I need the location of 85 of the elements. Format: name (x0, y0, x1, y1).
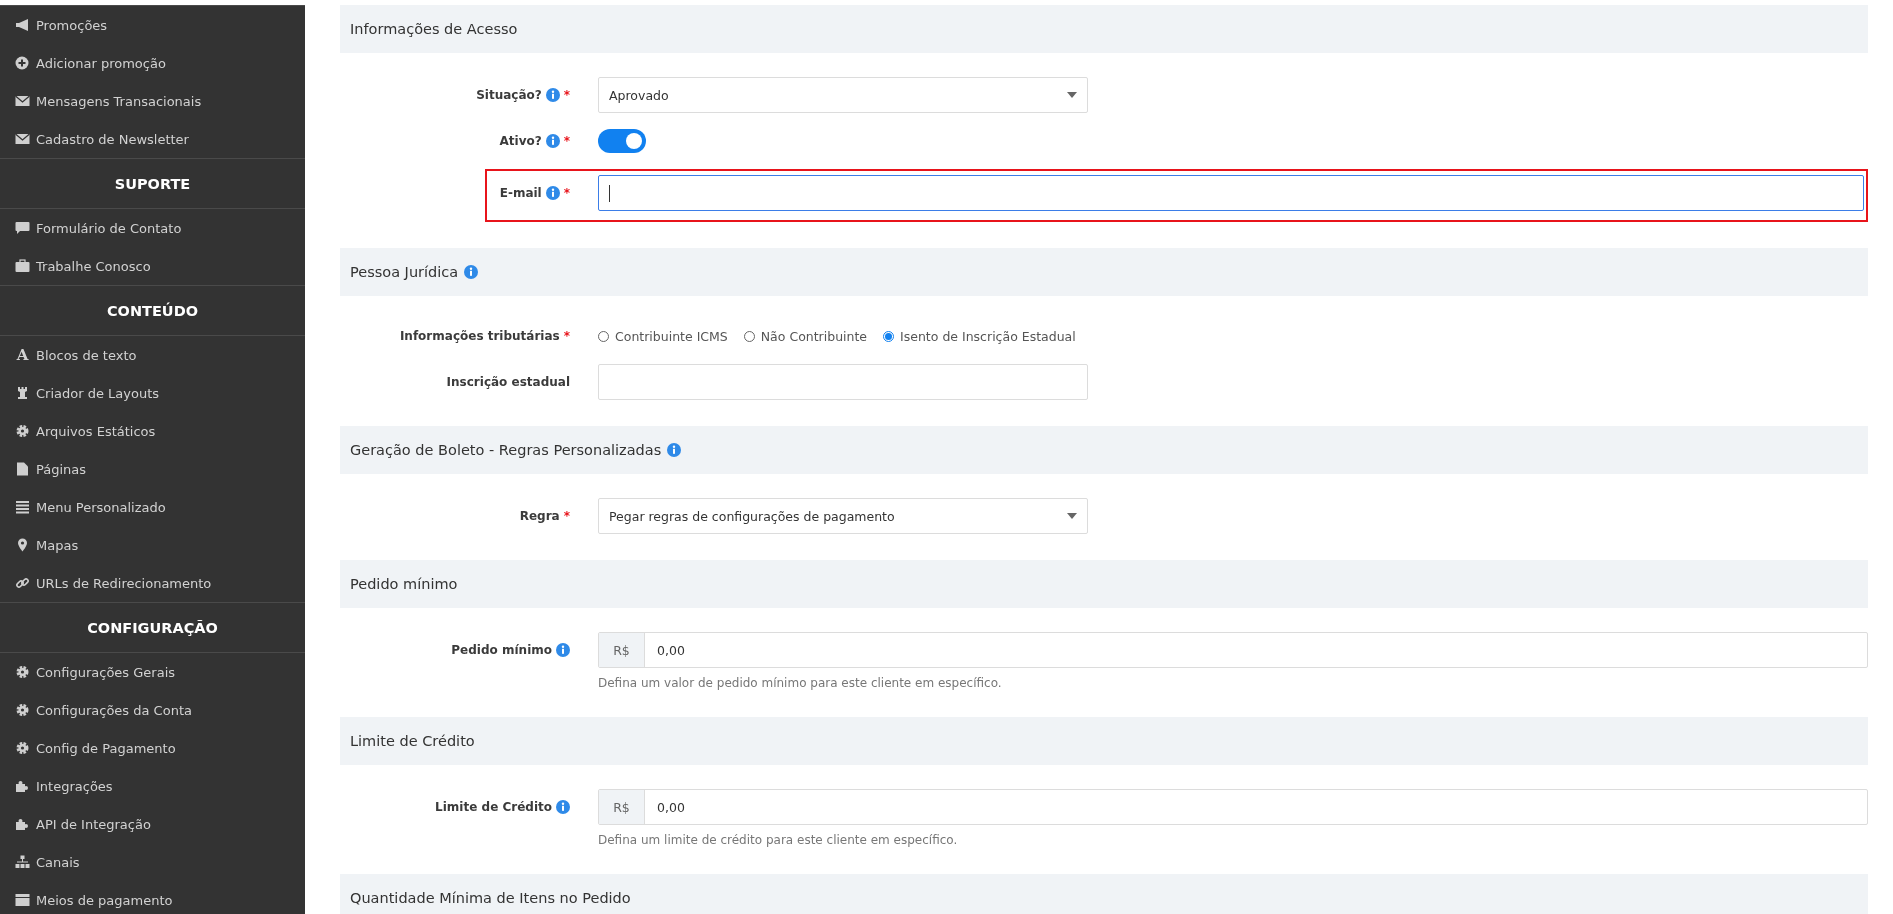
field-label: Ativo? (499, 134, 542, 148)
input-field[interactable] (598, 175, 1864, 211)
megaphone-icon (15, 18, 30, 32)
radio-option[interactable]: Não Contribuinte (743, 328, 868, 344)
caret-icon (1067, 513, 1077, 519)
required-mark: * (563, 186, 570, 200)
sidebar-item[interactable]: Promoções (0, 6, 305, 44)
toggle-switch[interactable] (598, 129, 646, 153)
plus-circle-icon (15, 56, 30, 70)
sidebar-item[interactable]: Adicionar promoção (0, 44, 305, 82)
info-icon[interactable] (667, 443, 682, 457)
envelope-icon (15, 94, 30, 108)
settings-icon (15, 665, 30, 679)
sidebar-item[interactable]: Cadastro de Newsletter (0, 120, 305, 158)
sidebar-item[interactable]: Canais (0, 843, 305, 881)
sidebar-item[interactable]: Config de Pagamento (0, 729, 305, 767)
help-text: Defina um limite de crédito para este cliente em específico. (598, 833, 958, 847)
sidebar-item[interactable]: Integrações (0, 767, 305, 805)
sitemap-icon (15, 855, 30, 869)
sidebar-item[interactable]: Mapas (0, 526, 305, 564)
info-icon[interactable] (464, 265, 479, 279)
field-label: Situação? (476, 88, 542, 102)
sidebar-item[interactable]: Páginas (0, 450, 305, 488)
settings-icon (15, 703, 30, 717)
sidebar-item[interactable]: Configurações da Conta (0, 691, 305, 729)
radio-option[interactable]: Contribuinte ICMS (598, 328, 728, 344)
info-icon[interactable] (556, 643, 570, 657)
briefcase-icon (15, 259, 30, 273)
sidebar-item[interactable]: Criador de Layouts (0, 374, 305, 412)
sidebar-heading: SUPORTE (114, 175, 191, 192)
required-mark: * (563, 329, 570, 343)
settings-icon (15, 741, 30, 755)
currency-prefix: R$ (599, 790, 645, 824)
info-icon[interactable] (545, 134, 560, 148)
document-icon (15, 462, 30, 476)
sidebar-item[interactable]: API de Integração (0, 805, 305, 843)
help-text: Defina um valor de pedido mínimo para este cliente em específico. (598, 676, 1002, 690)
speech-bubble-icon (15, 221, 30, 235)
field-label: Limite de Crédito (435, 800, 552, 814)
field-label: E-mail (499, 186, 542, 200)
info-icon[interactable] (545, 186, 560, 200)
sidebar-item[interactable]: Mensagens Transacionais (0, 82, 305, 120)
section-title: Quantidade Mínima de Itens no Pedido (350, 890, 631, 906)
sidebar-heading: CONTEÚDO (106, 302, 198, 319)
currency-prefix: R$ (599, 633, 645, 667)
section-title: Pedido mínimo (350, 576, 458, 592)
caret-icon (1067, 92, 1077, 98)
required-mark: * (563, 88, 570, 102)
sidebar-item[interactable]: Arquivos Estáticos (0, 412, 305, 450)
field-label: Pedido mínimo (451, 643, 552, 657)
sidebar-item[interactable]: Configurações Gerais (0, 653, 305, 691)
puzzle-icon (15, 817, 30, 831)
envelope-icon (15, 132, 30, 146)
sidebar-item[interactable]: Meios de pagamento (0, 881, 305, 914)
settings-icon (15, 424, 30, 438)
sidebar-item[interactable]: A Blocos de texto (0, 336, 305, 374)
section-title: Informações de Acesso (350, 21, 518, 37)
required-mark: * (563, 134, 570, 148)
section-title: Limite de Crédito (350, 733, 475, 749)
sidebar-item[interactable]: URLs de Redirecionamento (0, 564, 305, 602)
radio-option[interactable]: Isento de Inscrição Estadual (883, 328, 1076, 344)
select-field[interactable]: Pegar regras de configurações de pagamento (598, 498, 1088, 534)
text-cursor (609, 184, 610, 202)
info-icon[interactable] (545, 88, 560, 102)
field-label: Regra (519, 509, 560, 523)
field-label: Inscrição estadual (446, 375, 570, 389)
select-field[interactable]: Aprovado (598, 77, 1088, 113)
link-icon (15, 576, 30, 590)
section-title: Geração de Boleto - Regras Personalizadas (350, 442, 662, 458)
section-title: Pessoa Jurídica (350, 264, 459, 280)
sidebar-item[interactable]: Menu Personalizado (0, 488, 305, 526)
card-icon (15, 893, 30, 907)
puzzle-icon (15, 779, 30, 793)
field-label: Informações tributárias (399, 329, 560, 343)
rook-icon (15, 386, 30, 400)
currency-field[interactable]: R$ 0,00 (598, 789, 1868, 825)
map-pin-icon (15, 538, 30, 552)
sidebar-item[interactable]: Trabalhe Conosco (0, 247, 305, 285)
info-icon[interactable] (556, 800, 570, 814)
font-icon: A (15, 348, 30, 362)
sidebar-heading: CONFIGURAÇÃO (87, 619, 218, 636)
sidebar-item[interactable]: Formulário de Contato (0, 209, 305, 247)
list-icon (15, 500, 30, 514)
required-mark: * (563, 509, 570, 523)
currency-field[interactable]: R$ 0,00 (598, 632, 1868, 668)
